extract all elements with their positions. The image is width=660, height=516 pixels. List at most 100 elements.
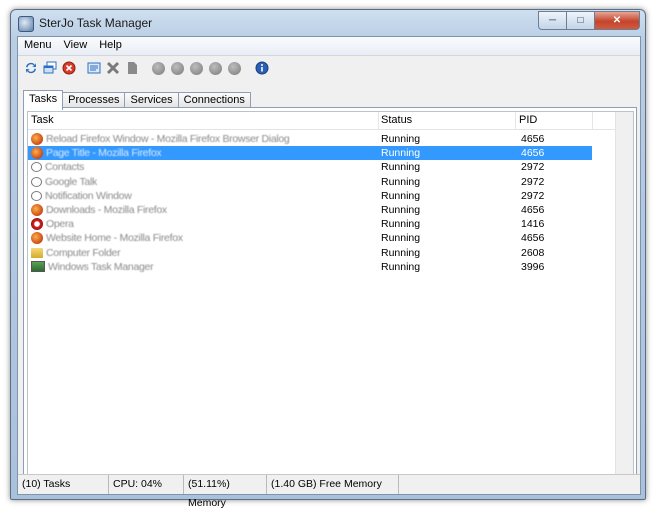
pid-cell: 1416 (521, 218, 545, 231)
status-cell: Running (381, 246, 421, 259)
table-row[interactable]: Opera Running 1416 (28, 217, 592, 231)
pid-cell: 3996 (521, 260, 545, 273)
info-icon[interactable] (255, 61, 269, 75)
firefox-icon (31, 133, 43, 145)
task-list[interactable]: Task Status PID Reload Firefox Window - … (27, 111, 634, 477)
pid-cell: 2972 (521, 161, 545, 174)
menu-item-menu[interactable]: Menu (18, 37, 58, 55)
task-name: Opera (46, 218, 74, 231)
tab-services[interactable]: Services (124, 92, 179, 108)
status-memory: (51.11%) Memory (184, 475, 267, 509)
tasks-panel: Task Status PID Reload Firefox Window - … (23, 107, 637, 480)
status-cell: Running (381, 260, 421, 273)
tab-processes[interactable]: Processes (62, 92, 126, 108)
task-name: Contacts (45, 161, 85, 174)
task-cell: Contacts (31, 160, 376, 174)
close-icon: ✕ (612, 15, 622, 26)
app-window: SterJo Task Manager ─ □ ✕ Menu View Help (10, 9, 646, 509)
task-cell: Page Title - Mozilla Firefox (31, 146, 376, 160)
toolbar (18, 56, 640, 80)
task-name: Google Talk (45, 175, 97, 188)
task-name: Reload Firefox Window - Mozilla Firefox … (46, 133, 290, 145)
gray-dot-icon[interactable] (209, 61, 222, 75)
chat-icon (31, 162, 42, 173)
pid-cell: 2608 (521, 246, 545, 259)
minimize-button[interactable]: ─ (538, 11, 567, 30)
firefox-icon (31, 204, 43, 216)
properties-icon[interactable] (87, 61, 101, 75)
gray-dot-icon[interactable] (228, 61, 241, 75)
status-cell: Running (381, 147, 421, 160)
chat-icon (31, 190, 42, 201)
pid-cell: 4656 (521, 147, 545, 160)
opera-icon (31, 218, 43, 231)
taskmanager-icon (31, 261, 45, 273)
close-button[interactable]: ✕ (594, 11, 640, 30)
status-bar: (10) Tasks CPU: 04% (51.11%) Memory (1.4… (18, 474, 640, 509)
status-cell: Running (381, 232, 421, 245)
refresh-icon[interactable] (24, 61, 38, 75)
chat-icon (31, 176, 42, 187)
column-header-pid[interactable]: PID (516, 112, 593, 129)
menu-item-help[interactable]: Help (93, 37, 128, 55)
table-row[interactable]: Google Talk Running 2972 (28, 175, 592, 189)
task-cell: Website Home - Mozilla Firefox (31, 231, 376, 245)
status-cell: Running (381, 175, 421, 188)
table-row[interactable]: Contacts Running 2972 (28, 160, 592, 174)
title-bar[interactable]: SterJo Task Manager ─ □ ✕ (11, 10, 645, 36)
window-controls: ─ □ ✕ (538, 11, 640, 30)
window-title: SterJo Task Manager (39, 16, 153, 30)
gray-dot-icon[interactable] (190, 61, 203, 75)
task-cell: Opera (31, 217, 376, 231)
column-header-status[interactable]: Status (378, 112, 516, 129)
task-name: Page Title - Mozilla Firefox (46, 147, 162, 160)
status-cell: Running (381, 161, 421, 174)
task-name: Windows Task Manager (48, 260, 154, 273)
task-name: Downloads - Mozilla Firefox (46, 204, 167, 216)
table-row[interactable]: Reload Firefox Window - Mozilla Firefox … (28, 132, 592, 146)
tab-tasks[interactable]: Tasks (23, 90, 64, 110)
maximize-button[interactable]: □ (566, 11, 595, 30)
task-cell: Downloads - Mozilla Firefox (31, 203, 376, 217)
status-cpu: CPU: 04% (109, 475, 184, 494)
tab-strip: Tasks Processes Services Connections (23, 90, 251, 110)
task-cell: Notification Window (31, 189, 376, 203)
gray-dot-icon[interactable] (171, 61, 184, 75)
folder-icon (31, 247, 43, 258)
task-name: Computer Folder (46, 246, 121, 259)
menu-item-view[interactable]: View (58, 37, 94, 55)
pid-cell: 4656 (521, 204, 545, 216)
status-cell: Running (381, 189, 421, 202)
table-row[interactable]: Downloads - Mozilla Firefox Running 4656 (28, 203, 592, 217)
document-icon[interactable] (125, 61, 139, 75)
task-cell: Windows Task Manager (31, 260, 376, 274)
table-row[interactable]: Windows Task Manager Running 3996 (28, 260, 592, 274)
status-cell: Running (381, 218, 421, 231)
status-cell: Running (381, 133, 421, 145)
task-name: Notification Window (45, 189, 132, 202)
pid-cell: 2972 (521, 189, 545, 202)
table-row[interactable]: Computer Folder Running 2608 (28, 246, 592, 260)
firefox-icon (31, 232, 43, 245)
task-cell: Reload Firefox Window - Mozilla Firefox … (31, 132, 376, 146)
tab-connections[interactable]: Connections (177, 92, 251, 108)
status-empty (399, 475, 640, 494)
table-row[interactable]: Notification Window Running 2972 (28, 189, 592, 203)
status-task-count: (10) Tasks (18, 475, 109, 494)
list-header: Task Status PID (28, 112, 633, 130)
pid-cell: 4656 (521, 232, 545, 245)
maximize-icon: □ (577, 15, 584, 26)
status-cell: Running (381, 204, 421, 216)
close-x-icon[interactable] (106, 61, 120, 75)
gray-dot-icon[interactable] (152, 61, 165, 75)
pid-cell: 4656 (521, 133, 545, 145)
client-area: Menu View Help Tasks Processes Services … (17, 36, 641, 509)
stop-icon[interactable] (62, 61, 76, 75)
column-header-task[interactable]: Task (28, 112, 379, 129)
task-cell: Computer Folder (31, 246, 376, 260)
table-row[interactable]: Website Home - Mozilla Firefox Running 465… (28, 231, 592, 245)
vertical-scrollbar[interactable] (615, 112, 633, 476)
table-row[interactable]: Page Title - Mozilla Firefox Running 4656 (28, 146, 592, 161)
status-free-memory: (1.40 GB) Free Memory (267, 475, 399, 494)
window-icon[interactable] (43, 61, 57, 75)
